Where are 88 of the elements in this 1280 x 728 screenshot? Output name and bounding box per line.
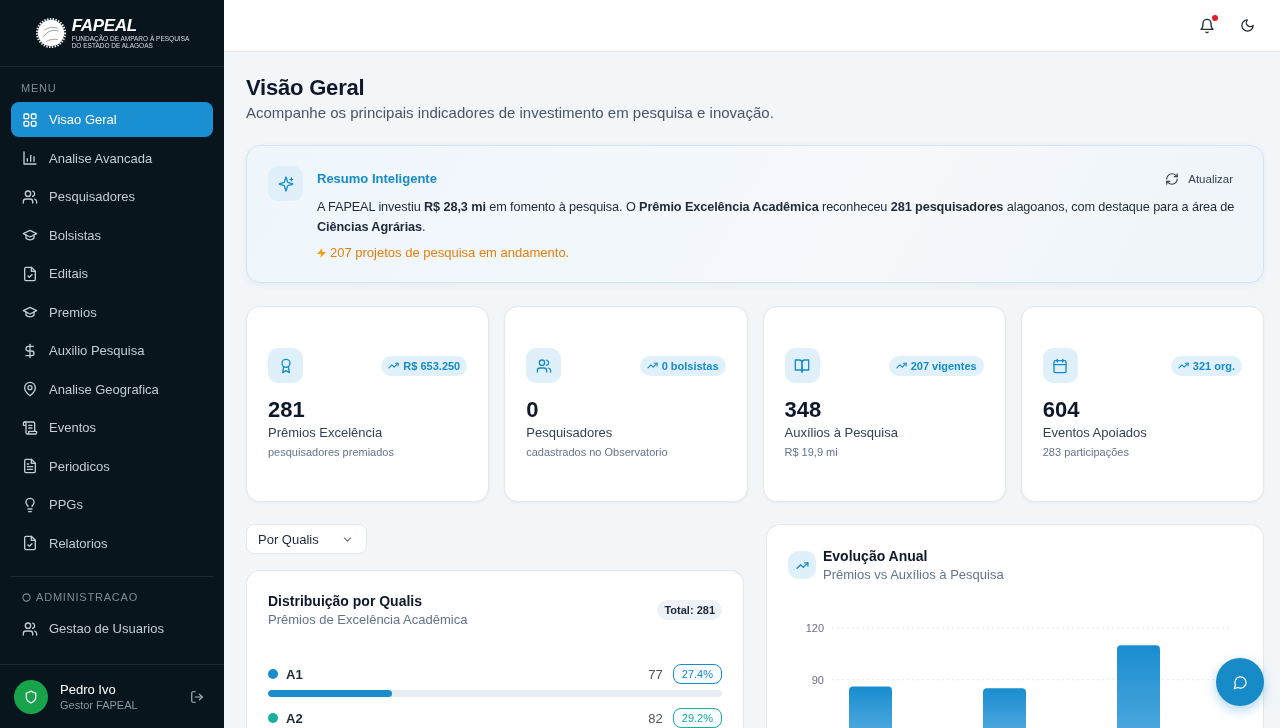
sidebar-item[interactable]: Analise Avancada [11,140,213,176]
sidebar-item[interactable]: Visao Geral [11,102,213,137]
trend-text: R$ 653.250 [403,358,461,373]
trend-text: 207 vigentes [910,358,977,373]
circle-icon [22,592,31,602]
calendar-icon [1042,348,1078,383]
scroll-icon [22,419,38,436]
category-label: A1 [286,666,304,682]
logo-icon [34,17,67,49]
lightning-icon [317,248,326,258]
share-badge: 29.2% [672,708,722,728]
trend-up-icon [895,360,907,371]
sidebar-item[interactable]: Auxilio Pesquisa [11,333,213,368]
summary-text: A FAPEAL investiu R$ 28,3 mi em fomento à pesquisa. O Prêmio Excelência Acadêmica reconheceu 281 pesquisadores alagoanos, com destaque para a área de Ciências Agrárias. [317,199,1236,236]
file-check-icon [22,535,38,551]
stat-label: Pesquisadores [526,424,614,442]
file-check-icon [22,265,38,282]
stat-detail: R$ 19,9 mi [784,445,839,460]
stat-label: Auxílios à Pesquisa [784,424,899,442]
stat-detail: cadastrados no Observatorio [526,445,669,460]
stat-label: Prêmios Excelência [268,424,384,442]
bar-chart-icon [22,150,38,166]
users-icon [22,188,38,205]
sidebar-item[interactable]: Eventos [11,410,213,445]
document-icon [22,458,38,474]
graduation-cap-icon [22,227,38,243]
card-title: Evolução Anual [823,547,929,566]
user-role: Gestor FAPEAL [60,697,139,713]
medal-icon [268,348,303,383]
share-badge: 27.4% [672,664,722,684]
section-label: ADMINISTRACAO [36,590,139,604]
stat-value: 281 [268,396,306,424]
dollar-icon [22,342,38,359]
sidebar-item[interactable]: Bolsistas [11,217,213,253]
card-subtitle: Prêmios vs Auxílios à Pesquisa [823,566,1004,584]
card-title: Distribuição por Qualis [268,592,424,611]
filter-dropdown[interactable]: Por Qualis [246,524,367,554]
graduation-cap-icon [22,304,38,320]
users-icon [22,620,38,637]
page-subtitle: Acompanhe os principais indicadores de investimento em pesquisa e inovação. [246,103,775,123]
trend-up-icon [788,551,816,579]
section-label: MENU [20,81,58,95]
refresh-icon [1165,172,1180,186]
logout-icon[interactable] [190,689,204,704]
book-icon [784,348,820,383]
sidebar-item[interactable]: Premios [11,294,213,330]
stat-value: 0 [526,396,540,424]
grid-icon [22,111,38,128]
count-text: 77 [648,666,663,682]
category-label: A2 [286,710,304,726]
chat-icon [1232,674,1248,690]
sidebar-item[interactable]: Relatorios [11,525,213,561]
summary-title: Resumo Inteligente [317,170,437,188]
y-axis-label: 120 [805,622,824,634]
stat-value: 348 [784,396,823,424]
avatar-icon [14,679,48,714]
y-axis-label: 90 [811,673,824,686]
users-icon [526,348,562,383]
total-badge: Total: 281 [657,600,722,620]
count-text: 82 [648,710,663,726]
sidebar-item[interactable]: Analise Geografica [11,371,213,407]
refresh-button[interactable]: Atualizar [1165,172,1233,186]
sidebar-item[interactable]: PPGs [11,487,213,522]
card-subtitle: Prêmios de Excelência Acadêmica [268,611,468,629]
chart-bar [849,686,892,728]
brand-name: FAPEAL [71,16,138,35]
lightbulb-icon [22,496,38,513]
trend-text: 321 org. [1192,358,1235,373]
moon-icon[interactable] [1240,18,1255,33]
user-name: Pedro Ivo [60,680,117,698]
stat-value: 604 [1042,396,1081,424]
trend-up-icon [388,360,400,371]
chart-bar [983,688,1026,728]
trend-up-icon [1177,360,1189,371]
sidebar-item[interactable]: Pesquisadores [11,179,213,214]
stat-detail: pesquisadores premiados [268,445,395,460]
page-title: Visão Geral [246,74,366,102]
trend-up-icon [646,360,658,371]
stat-label: Eventos Apoiados [1042,424,1148,442]
trend-text: 0 bolsistas [661,358,719,373]
sidebar-item[interactable]: Gestao de Usuarios [11,611,213,646]
bell-icon[interactable] [1199,17,1215,34]
stat-detail: 283 participações [1042,445,1130,460]
highlight-text: 207 projetos de pesquisa em andamento. [330,244,570,262]
sidebar-item[interactable]: Periodicos [11,448,213,484]
map-pin-icon [22,381,38,397]
sidebar-item[interactable]: Editais [11,256,213,291]
sparkle-icon [268,166,303,201]
